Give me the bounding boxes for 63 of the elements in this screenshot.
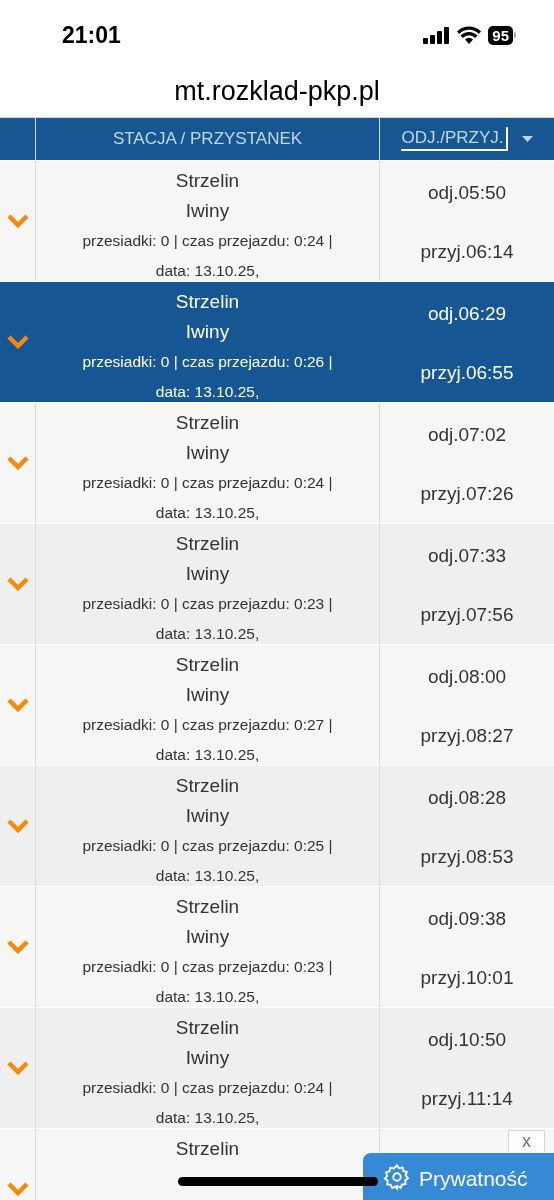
close-button[interactable]: x <box>508 1130 545 1152</box>
wifi-icon <box>457 26 482 44</box>
chevron-down-icon[interactable] <box>6 577 29 591</box>
status-time: 21:01 <box>62 20 121 50</box>
connection-row[interactable]: Strzelin Iwiny przesiadki: 0 | czas przejazdu: 0:24 | data: 13.10.25, odj.05:50 przyj.06:14 <box>0 160 554 281</box>
url-text[interactable]: mt.rozklad-pkp.pl <box>174 70 380 112</box>
settings-icon <box>383 1163 411 1191</box>
departure-time: odj.08:00 <box>427 665 507 689</box>
station-name: Iwiny <box>185 441 230 465</box>
sort-link[interactable]: ODJ./PRZYJ. <box>401 127 508 151</box>
station-name: Strzelin <box>175 411 240 435</box>
station-name: Iwiny <box>185 1046 230 1070</box>
trip-details: przesiadki: 0 | czas przejazdu: 0:24 | data: 13.10.25, <box>81 231 334 281</box>
station-name: Iwiny <box>185 804 230 828</box>
station-name: Strzelin <box>175 290 240 314</box>
station-name: Strzelin <box>175 774 240 798</box>
chevron-down-icon[interactable] <box>6 214 29 228</box>
trip-details: przesiadki: 0 | czas przejazdu: 0:24 | data: 13.10.25, <box>81 1078 334 1128</box>
chevron-down-icon[interactable] <box>6 335 29 349</box>
chevron-down-icon[interactable] <box>6 940 29 954</box>
chevron-down-icon[interactable] <box>6 819 29 833</box>
trip-details: przesiadki: 0 | czas przejazdu: 0:27 | data: 13.10.25, <box>81 715 334 765</box>
trip-details: przesiadki: 0 | czas przejazdu: 0:26 | data: 13.10.25, <box>81 352 334 402</box>
arrival-time: przyj.11:14 <box>421 1087 513 1111</box>
chevron-down-icon[interactable] <box>6 1061 29 1075</box>
departure-time: odj.07:02 <box>427 423 507 447</box>
station-name: Strzelin <box>175 895 240 919</box>
arrival-time: przyj.06:14 <box>420 240 514 264</box>
station-name: Strzelin <box>175 532 240 556</box>
station-name: Strzelin <box>175 1137 240 1161</box>
chevron-down-icon[interactable] <box>6 456 29 470</box>
departure-time: odj.05:50 <box>427 181 507 205</box>
arrival-time: przyj.08:53 <box>420 845 514 869</box>
station-name: Strzelin <box>175 1016 240 1040</box>
connection-row[interactable]: Strzelin Iwiny przesiadki: 0 | czas przejazdu: 0:24 | data: 13.10.25, odj.10:50 przyj.11:14 <box>0 1007 554 1128</box>
station-name: Strzelin <box>175 169 240 193</box>
station-name: Iwiny <box>185 925 230 949</box>
arrival-time: przyj.10:01 <box>420 966 514 990</box>
trip-details: przesiadki: 0 | czas przejazdu: 0:24 | data: 13.10.25, <box>81 473 334 523</box>
station-name: Iwiny <box>185 320 230 344</box>
battery-level: 95 <box>488 25 513 45</box>
trip-details: przesiadki: 0 | czas przejazdu: 0:25 | data: 13.10.25, <box>81 836 334 886</box>
arrival-time: przyj.07:56 <box>420 603 514 627</box>
station-name: Iwiny <box>185 199 230 223</box>
departure-time: odj.08:28 <box>427 786 507 810</box>
station-name: Iwiny <box>185 562 230 586</box>
arrival-time: przyj.06:55 <box>420 361 514 385</box>
dropdown-arrow-icon[interactable] <box>521 136 533 142</box>
chevron-down-icon[interactable] <box>6 1182 29 1196</box>
connection-row[interactable]: Strzelin Iwiny przesiadki: 0 | czas przejazdu: 0:26 | data: 13.10.25, odj.06:29 przyj.06:55 <box>0 281 554 402</box>
departure-time: odj.07:33 <box>427 544 507 568</box>
departure-time: odj.06:29 <box>427 302 507 326</box>
signal-icon <box>423 26 451 44</box>
departure-time: odj.10:50 <box>427 1028 507 1052</box>
arrival-time: przyj.07:26 <box>420 482 514 506</box>
station-name: Strzelin <box>175 653 240 677</box>
trip-details: przesiadki: 0 | czas przejazdu: 0:23 | data: 13.10.25, <box>81 594 334 644</box>
departure-time: odj.09:38 <box>427 907 507 931</box>
arrival-time: przyj.08:27 <box>420 724 514 748</box>
chevron-down-icon[interactable] <box>6 698 29 712</box>
station-name: Iwiny <box>185 683 230 707</box>
trip-details: przesiadki: 0 | czas przejazdu: 0:23 | data: 13.10.25, <box>81 957 334 1007</box>
privacy-button[interactable]: Prywatność <box>363 1153 554 1200</box>
